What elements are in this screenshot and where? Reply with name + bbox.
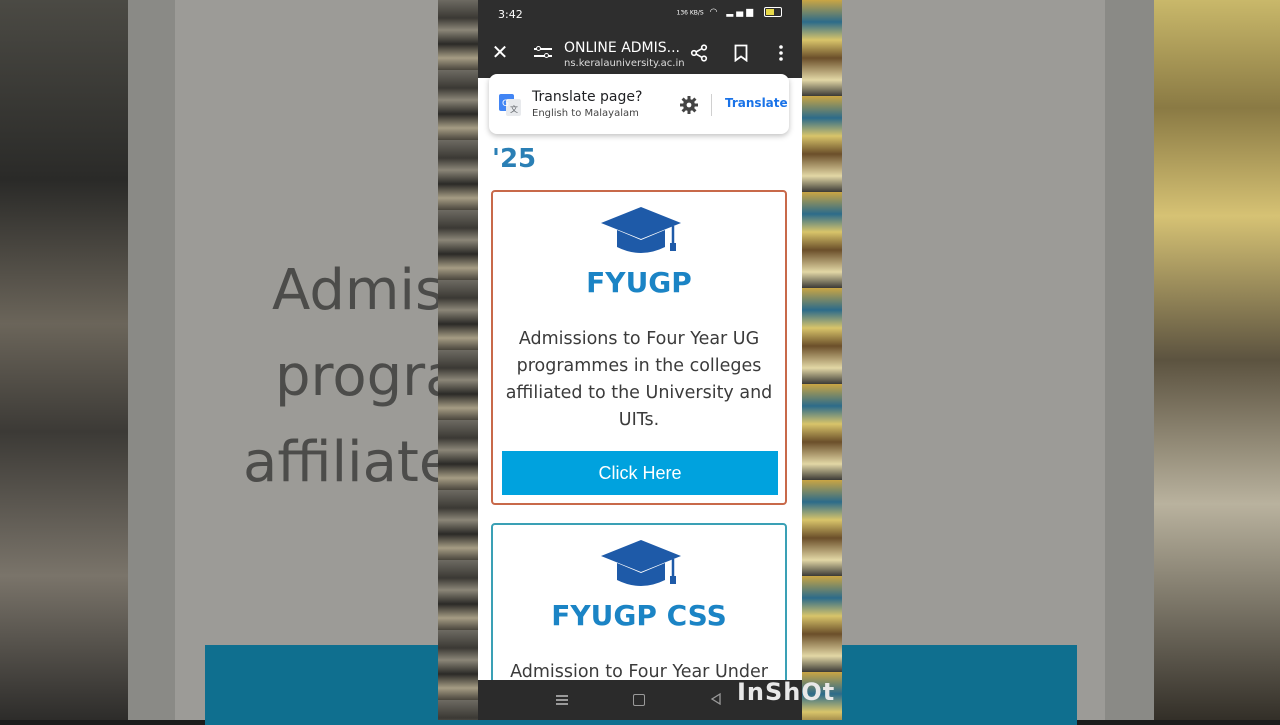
poster-strip-right (802, 0, 842, 720)
poster-strip-left (438, 0, 478, 720)
click-here-button[interactable]: Click Here (502, 451, 778, 495)
svg-text:文: 文 (510, 104, 518, 114)
page-url[interactable]: ns.keralauniversity.ac.in (564, 58, 685, 69)
gear-icon[interactable] (679, 95, 699, 115)
translate-button[interactable]: Translate (725, 96, 788, 110)
close-icon[interactable]: ✕ (490, 42, 510, 62)
heading-year: '25 (492, 144, 537, 174)
google-translate-icon: G 文 (499, 94, 521, 116)
battery-level (766, 9, 775, 15)
status-bar: 3:42 136 KB/S ◠ ▂▄▆ (478, 0, 802, 30)
share-icon[interactable] (690, 44, 708, 62)
status-time: 3:42 (498, 8, 523, 21)
more-icon[interactable] (778, 44, 784, 62)
network-speed: 136 KB/S (676, 9, 704, 17)
graduation-cap-icon (601, 540, 681, 586)
phone-screen: 3:42 136 KB/S ◠ ▂▄▆ ✕ ONLINE ADMIS... ns… (478, 0, 802, 720)
signal-icon: ▂▄▆ (726, 7, 757, 18)
card-title: FYUGP (586, 266, 692, 299)
page-title[interactable]: ONLINE ADMIS... (564, 40, 680, 56)
card-description: Admissions to Four Year UG programmes in… (505, 329, 773, 430)
wifi-icon: ◠ (709, 7, 721, 18)
battery-icon (764, 7, 782, 17)
translate-divider (711, 94, 712, 116)
inshot-watermark: InShOt (737, 678, 836, 706)
bookmark-icon[interactable] (734, 44, 748, 62)
status-icons: 136 KB/S ◠ ▂▄▆ (676, 7, 782, 18)
graduation-cap-icon (601, 207, 681, 253)
translate-title: Translate page? (532, 89, 643, 105)
translate-languages: English to Malayalam (532, 108, 639, 119)
phone-frame: 3:42 136 KB/S ◠ ▂▄▆ ✕ ONLINE ADMIS... ns… (438, 0, 842, 720)
card-title: FYUGP CSS (551, 599, 727, 632)
card-fyugp: FYUGP Admissions to Four Year UG program… (491, 190, 787, 505)
translate-popup: G 文 Translate page? English to Malayalam… (489, 74, 789, 134)
back-icon[interactable] (710, 693, 722, 705)
browser-toolbar: ✕ ONLINE ADMIS... ns.keralauniversity.ac… (478, 30, 802, 78)
home-icon[interactable] (633, 694, 645, 706)
tune-icon[interactable] (534, 44, 552, 60)
svg-text:G: G (502, 99, 509, 109)
recent-apps-icon[interactable] (556, 693, 568, 705)
background-poster-left (0, 0, 128, 720)
background-poster-right (1154, 0, 1280, 720)
